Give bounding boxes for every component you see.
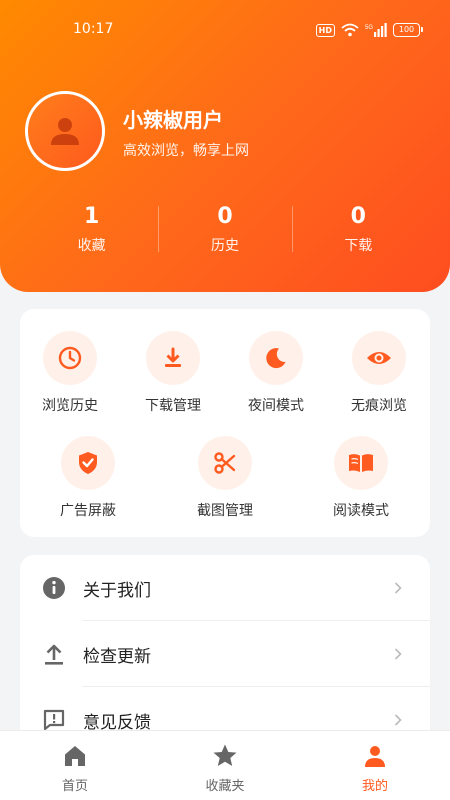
- tool-icon-bg: [43, 331, 97, 385]
- tool-icon-bg: [352, 331, 406, 385]
- chevron-right-icon: [394, 648, 406, 660]
- tab-icon-wrap: [300, 743, 450, 769]
- shield-check-icon: [79, 452, 97, 474]
- tool-night-mode[interactable]: 夜间模式: [231, 331, 321, 415]
- tool-icon-bg: [61, 436, 115, 490]
- tool-label: 下载管理: [145, 398, 201, 414]
- stat-downloads[interactable]: 0 下载: [291, 200, 425, 260]
- feedback-icon: [43, 709, 65, 731]
- upload-icon: [45, 644, 63, 665]
- chevron-right-icon: [394, 714, 406, 726]
- menu-label: 关于我们: [83, 580, 151, 601]
- tool-label: 夜间模式: [248, 398, 304, 414]
- menu-label: 意见反馈: [83, 712, 151, 733]
- tools-card: 浏览历史 下载管理 夜间模式 无痕浏览 广告屏蔽 截图管理 阅读模式: [20, 309, 430, 537]
- network-type: 5G: [365, 25, 373, 31]
- user-slogan: 高效浏览，畅享上网: [123, 143, 249, 159]
- tool-label: 截图管理: [197, 503, 253, 519]
- info-icon: [43, 577, 65, 599]
- moon-icon: [266, 348, 286, 369]
- tool-browse-history[interactable]: 浏览历史: [25, 331, 115, 415]
- stat-label: 下载: [344, 238, 373, 254]
- eye-icon: [367, 352, 391, 364]
- tool-label: 浏览历史: [42, 398, 98, 414]
- stat-label: 历史: [210, 238, 239, 254]
- user-name[interactable]: 小辣椒用户: [123, 104, 223, 133]
- tool-icon-bg: [198, 436, 252, 490]
- menu-card: 关于我们 检查更新 意见反馈: [20, 555, 430, 755]
- person-icon: [365, 746, 385, 767]
- tab-label: 收藏夹: [205, 779, 245, 794]
- status-bar: 10:17 HD 5G 100: [0, 0, 450, 58]
- stat-label: 收藏: [77, 238, 106, 254]
- menu-icon-wrap: [40, 574, 68, 602]
- tab-mine[interactable]: 我的: [300, 731, 450, 800]
- stat-favorites[interactable]: 1 收藏: [25, 200, 158, 260]
- stat-value: 1: [84, 204, 100, 229]
- tool-icon-bg: [249, 331, 303, 385]
- home-icon: [65, 746, 85, 766]
- menu-icon-wrap: [40, 640, 68, 668]
- stat-value: 0: [217, 204, 233, 229]
- chevron-right-icon: [394, 582, 406, 594]
- status-icons: HD 5G 100: [315, 22, 423, 38]
- tool-label: 广告屏蔽: [60, 503, 116, 519]
- menu-label: 检查更新: [83, 646, 151, 667]
- tool-ad-block[interactable]: 广告屏蔽: [43, 436, 133, 520]
- menu-item-about[interactable]: 关于我们: [20, 555, 430, 621]
- tool-label: 阅读模式: [333, 503, 389, 519]
- battery-icon: 100: [393, 23, 423, 37]
- clock-icon: [58, 346, 82, 370]
- tool-icon-bg: [146, 331, 200, 385]
- tool-screenshot-manager[interactable]: 截图管理: [180, 436, 270, 520]
- tool-download-manager[interactable]: 下载管理: [128, 331, 218, 415]
- download-icon: [165, 347, 181, 367]
- tab-icon-wrap: [0, 743, 150, 769]
- signal-icon: 5G: [365, 23, 387, 37]
- status-time: 10:17: [73, 21, 114, 37]
- tool-incognito[interactable]: 无痕浏览: [334, 331, 424, 415]
- person-icon: [51, 118, 79, 145]
- scissors-icon: [214, 452, 236, 474]
- wifi-icon: [341, 23, 359, 37]
- hd-icon: HD: [315, 23, 335, 37]
- tool-icon-bg: [334, 436, 388, 490]
- star-icon: [213, 744, 237, 766]
- tool-reading-mode[interactable]: 阅读模式: [316, 436, 406, 520]
- book-icon: [349, 454, 373, 472]
- stats-row: 1 收藏 0 历史 0 下载: [25, 200, 425, 260]
- tab-favorites[interactable]: 收藏夹: [150, 731, 300, 800]
- avatar[interactable]: [25, 91, 105, 171]
- menu-item-check-update[interactable]: 检查更新: [20, 621, 430, 687]
- tab-label: 首页: [61, 779, 88, 794]
- bottom-tab-bar: 首页 收藏夹 我的: [0, 730, 450, 800]
- stat-value: 0: [350, 204, 366, 229]
- tool-label: 无痕浏览: [351, 398, 407, 414]
- tab-home[interactable]: 首页: [0, 731, 150, 800]
- profile-header: 10:17 HD 5G 100 小辣椒用户 高效浏览，畅享上网 1 收藏 0 历…: [0, 0, 450, 292]
- tab-label: 我的: [361, 779, 388, 794]
- stat-history[interactable]: 0 历史: [158, 200, 291, 260]
- tab-icon-wrap: [150, 743, 300, 769]
